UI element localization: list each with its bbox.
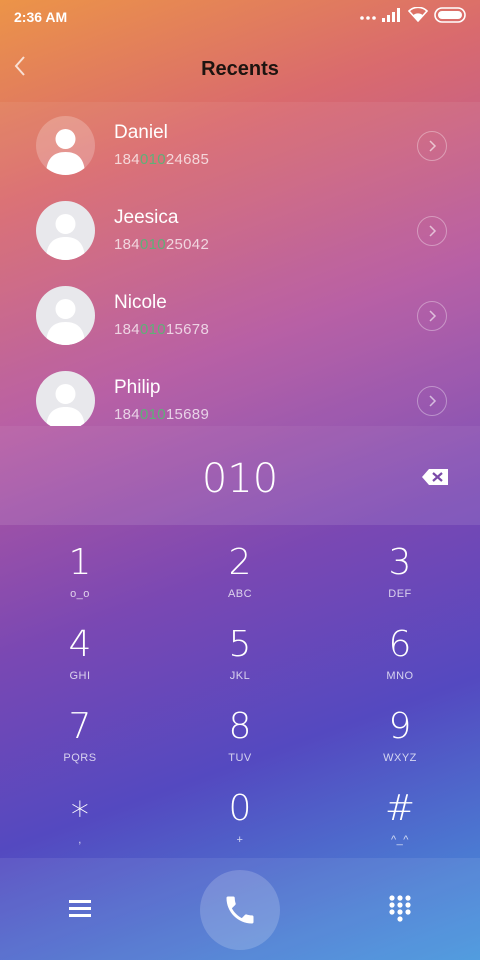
key-6[interactable]: 6 MNO <box>320 612 480 694</box>
contact-detail-button[interactable] <box>417 386 447 416</box>
status-bar: 2:36 AM <box>0 0 480 34</box>
key-9[interactable]: 9 WXYZ <box>320 694 480 776</box>
avatar <box>36 201 95 260</box>
contact-number: 18401025042 <box>114 236 210 253</box>
more-dots-icon <box>360 8 376 26</box>
contact-name: Nicole <box>114 292 167 313</box>
backspace-icon <box>422 469 448 485</box>
keypad: 1 ο_ο 2 ABC 3 DEF 4 GHI 5 JKL 6 MNO 7 PQRS 8 TUV… <box>0 530 480 858</box>
person-icon <box>46 384 85 426</box>
person-icon <box>46 214 85 260</box>
list-item[interactable]: Philip 18401015689 <box>0 357 480 426</box>
list-item[interactable]: Jeesica 18401025042 <box>0 187 480 272</box>
key-1[interactable]: 1 ο_ο <box>0 530 160 612</box>
contact-number: 18401015678 <box>114 321 210 338</box>
key-5[interactable]: 5 JKL <box>160 612 320 694</box>
key-2[interactable]: 2 ABC <box>160 530 320 612</box>
status-time: 2:36 AM <box>14 9 68 25</box>
key-0[interactable]: 0 + <box>160 776 320 858</box>
list-item[interactable]: Nicole 18401015678 <box>0 272 480 357</box>
chevron-right-icon <box>429 225 437 237</box>
recents-list: Daniel 18401024685 Jeesica 18401025042 N… <box>0 102 480 426</box>
call-button[interactable] <box>200 870 280 950</box>
person-icon <box>46 299 85 345</box>
contact-name: Philip <box>114 377 161 398</box>
contact-number: 18401015689 <box>114 406 210 423</box>
list-item[interactable]: Daniel 18401024685 <box>0 102 480 187</box>
menu-button[interactable] <box>66 894 94 922</box>
phone-icon <box>226 896 254 924</box>
contact-number: 18401024685 <box>114 151 210 168</box>
backspace-button[interactable] <box>420 466 452 488</box>
dialpad-toggle-button[interactable] <box>386 894 414 924</box>
dialed-number: 010 <box>201 456 279 502</box>
key-4[interactable]: 4 GHI <box>0 612 160 694</box>
chevron-right-icon <box>429 310 437 322</box>
bottom-bar <box>0 858 480 960</box>
page-title: Recents <box>201 58 279 80</box>
key-3[interactable]: 3 DEF <box>320 530 480 612</box>
avatar <box>36 371 95 426</box>
dialpad-icon <box>389 895 411 922</box>
contact-detail-button[interactable] <box>417 131 447 161</box>
voicemail-icon: ο_ο <box>70 588 90 600</box>
status-icons <box>360 6 468 28</box>
avatar <box>36 116 95 175</box>
contact-name: Jeesica <box>114 207 179 228</box>
number-display: 010 <box>0 426 480 525</box>
contact-detail-button[interactable] <box>417 301 447 331</box>
chevron-right-icon <box>429 140 437 152</box>
avatar <box>36 286 95 345</box>
wifi-icon <box>407 6 429 27</box>
key-7[interactable]: 7 PQRS <box>0 694 160 776</box>
key-8[interactable]: 8 TUV <box>160 694 320 776</box>
person-icon <box>46 129 85 175</box>
contact-name: Daniel <box>114 122 168 143</box>
contact-detail-button[interactable] <box>417 216 447 246</box>
chevron-right-icon <box>429 395 437 407</box>
key-hash[interactable]: # ^_^ <box>320 776 480 858</box>
app-header: Recents <box>0 34 480 102</box>
signal-icon <box>382 7 402 27</box>
key-star[interactable]: ∗, <box>0 776 160 858</box>
menu-icon <box>69 900 91 917</box>
battery-icon <box>434 6 468 28</box>
